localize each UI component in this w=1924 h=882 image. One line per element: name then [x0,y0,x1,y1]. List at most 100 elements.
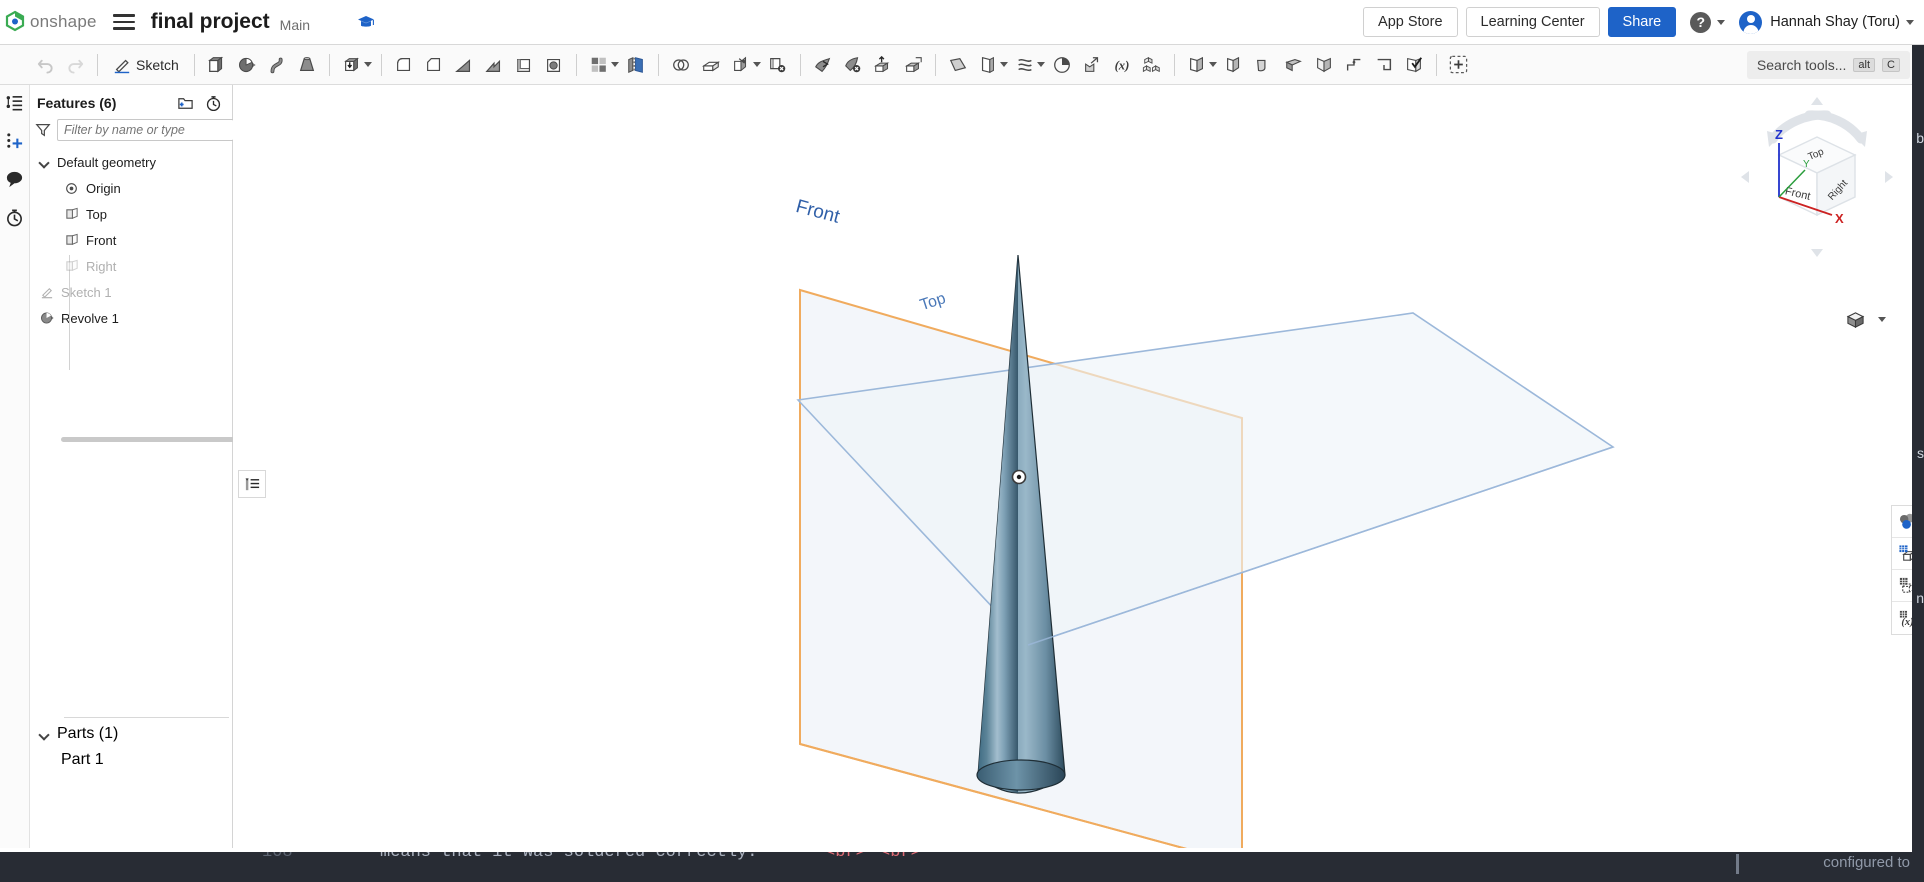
mirror-icon[interactable] [621,49,651,81]
menu-hamburger-icon[interactable] [112,11,135,33]
hole-icon[interactable] [539,49,569,81]
assembly-icon[interactable] [1137,49,1167,81]
help-menu[interactable]: ? [1690,11,1726,33]
extrude-icon[interactable] [202,49,232,81]
viewcube-axis-x: X [1835,211,1844,226]
flange-icon[interactable] [1219,49,1249,81]
revolve-icon [39,311,54,325]
tab-icon[interactable] [1279,49,1309,81]
graphics-viewport[interactable]: Front Top Top Front Right Z X Y (x) [233,85,1924,882]
pattern-icon[interactable] [584,49,614,81]
onshape-logo-icon[interactable] [2,9,28,35]
bg-sliver-text: s [1917,445,1924,461]
chevron-expanded-icon[interactable] [39,157,50,168]
import-icon[interactable] [868,49,898,81]
unfold-icon[interactable] [1309,49,1339,81]
toolbar-divider [1435,53,1437,76]
sketch-button[interactable]: Sketch [105,49,187,81]
plane-icon[interactable] [943,49,973,81]
feature-tree: Default geometry Origin Top Front Right … [31,149,232,370]
view-cube[interactable]: Top Front Right Z X Y [1737,97,1897,257]
parts-item-part-1[interactable]: Part 1 [31,747,233,773]
document-branch[interactable]: Main [280,17,310,33]
loft-icon[interactable] [292,49,322,81]
filter-row [31,117,234,143]
thicken-icon[interactable] [337,49,367,81]
sketch-plane-icon[interactable] [973,49,1003,81]
comments-icon[interactable] [3,167,27,191]
display-mode-selector[interactable] [1845,310,1886,329]
document-title[interactable]: final project [151,10,270,34]
fillet-icon[interactable] [389,49,419,81]
undo-icon[interactable] [30,49,60,81]
sweep-icon[interactable] [262,49,292,81]
curve-icon[interactable] [1010,49,1040,81]
app-store-button[interactable]: App Store [1363,7,1458,37]
export-icon[interactable] [898,49,928,81]
bend-icon[interactable] [1249,49,1279,81]
plane-icon [64,259,79,273]
filter-input[interactable] [57,119,234,141]
parts-group-header[interactable]: Parts (1) [31,721,233,747]
chevron-down-icon[interactable] [999,62,1008,67]
feature-list-panel-toggle-icon[interactable] [238,470,266,498]
delete-face-icon[interactable] [838,49,868,81]
tree-item-front-plane[interactable]: Front [31,227,232,253]
toolbar-divider [575,53,577,76]
chevron-down-icon[interactable] [363,62,372,67]
rib-icon[interactable] [479,49,509,81]
split-icon[interactable] [696,49,726,81]
add-instance-icon[interactable] [3,129,27,153]
background-code-editor-window[interactable]: 108 means that it was soldered correctly… [0,852,1924,882]
chevron-expanded-icon[interactable] [39,729,50,740]
search-tools-label: Search tools... [1756,56,1847,73]
feature-panel-scrollbar[interactable] [61,437,261,442]
code-tag-2: <br> [880,852,921,862]
chevron-down-icon[interactable] [752,62,761,67]
add-feature-icon[interactable] [1444,49,1474,81]
tree-item-revolve-1[interactable]: Revolve 1 [31,305,232,331]
check-face-icon[interactable] [1399,49,1429,81]
tree-item-origin[interactable]: Origin [31,175,232,201]
variable-icon[interactable]: (x) [1107,49,1137,81]
boolean-icon[interactable] [666,49,696,81]
transform-icon[interactable] [726,49,756,81]
tree-item-right-plane[interactable]: Right [31,253,232,279]
move-face-icon[interactable] [808,49,838,81]
topbar-actions: App Store Learning Center Share ? Hannah… [1363,7,1924,37]
chevron-down-icon[interactable] [610,62,619,67]
origin-marker[interactable] [1011,469,1027,485]
chevron-down-icon[interactable] [1208,62,1217,67]
chamfer-icon[interactable] [419,49,449,81]
tree-item-sketch-1[interactable]: Sketch 1 [31,279,232,305]
section-icon[interactable] [1047,49,1077,81]
shell-icon[interactable] [509,49,539,81]
default-geometry-label: Default geometry [57,154,156,170]
jog-icon[interactable] [1339,49,1369,81]
sheetmetal-icon[interactable] [1182,49,1212,81]
graduation-cap-icon[interactable] [354,10,379,34]
delete-part-icon[interactable] [763,49,793,81]
parts-count-label: Parts (1) [57,725,119,742]
revolve-icon[interactable] [232,49,262,81]
plane-icon [64,233,79,247]
bg-sliver-text: n [1916,590,1924,606]
new-folder-icon[interactable] [174,92,196,114]
tree-item-top-plane[interactable]: Top [31,201,232,227]
hem-icon[interactable] [1369,49,1399,81]
tree-group-default-geometry[interactable]: Default geometry [31,149,232,175]
derive-icon[interactable] [1077,49,1107,81]
feature-list-icon[interactable] [3,91,27,115]
learning-center-button[interactable]: Learning Center [1465,7,1600,37]
share-button[interactable]: Share [1607,7,1677,37]
search-tools-button[interactable]: Search tools... alt C [1746,50,1910,79]
filter-funnel-icon[interactable] [35,122,51,138]
cad-scene[interactable] [233,85,1924,882]
draft-icon[interactable] [449,49,479,81]
history-icon[interactable] [3,205,27,229]
chevron-down-icon[interactable] [1036,62,1045,67]
redo-icon[interactable] [60,49,90,81]
user-menu[interactable]: Hannah Shay (Toru) [1739,10,1914,34]
rollback-timer-icon[interactable] [202,92,224,114]
viewcube-axis-y: Y [1803,159,1810,170]
